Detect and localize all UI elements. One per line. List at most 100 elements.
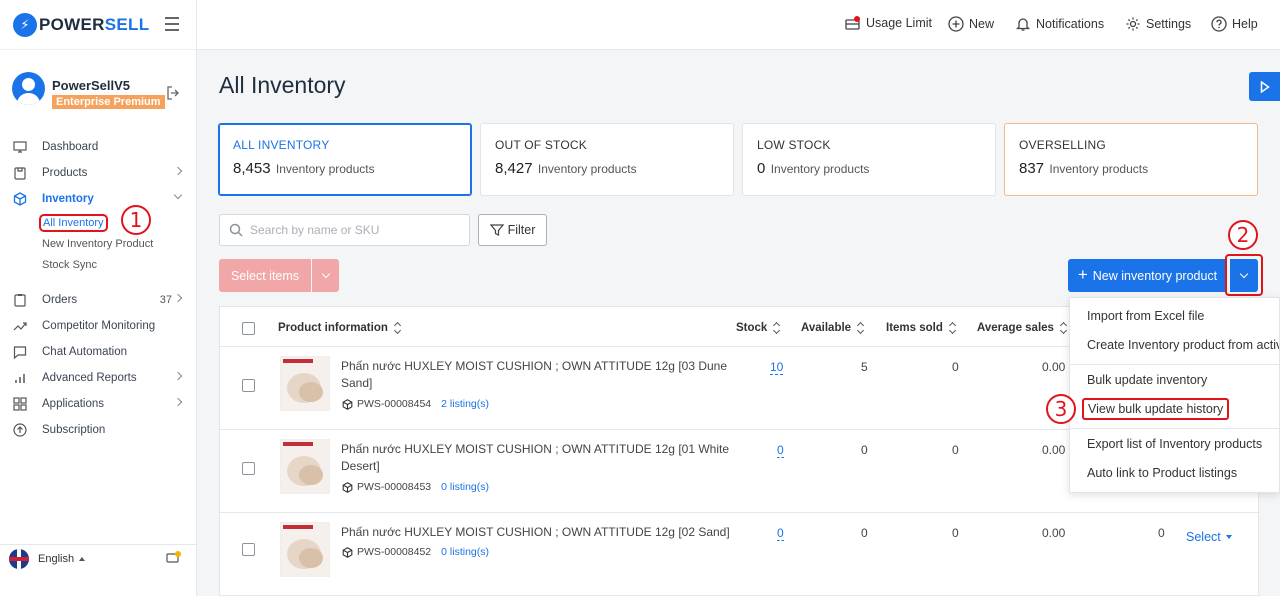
search-input[interactable] <box>250 223 450 237</box>
product-name[interactable]: Phấn nước HUXLEY MOIST CUSHION ; OWN ATT… <box>341 441 731 475</box>
help-label: Help <box>1232 17 1258 31</box>
col-available[interactable]: Available <box>801 322 865 334</box>
avatar[interactable] <box>12 72 45 105</box>
menu-item-view-bulk-update-history[interactable]: View bulk update history <box>1082 398 1230 420</box>
items-sold-value: 0 <box>952 526 959 540</box>
select-all-checkbox[interactable] <box>242 322 255 335</box>
product-name[interactable]: Phấn nước HUXLEY MOIST CUSHION ; OWN ATT… <box>341 524 731 541</box>
usage-limit-label: Usage Limit <box>866 16 932 30</box>
help-circle-icon <box>1211 16 1227 32</box>
row-checkbox[interactable] <box>242 379 255 392</box>
stat-card-low-stock[interactable]: LOW STOCK 0 Inventory products <box>742 123 996 196</box>
chevron-right-icon <box>173 371 183 381</box>
caret-down-icon <box>1225 535 1232 539</box>
notifications-button[interactable]: Notifications <box>1015 16 1104 32</box>
stock-value-link[interactable]: 0 <box>777 526 784 541</box>
col-items-sold[interactable]: Items sold <box>886 322 957 334</box>
sidebar-item-competitor-monitoring[interactable]: Competitor Monitoring <box>0 313 197 339</box>
step-marker-1: 1 <box>121 205 151 235</box>
col-average-sales[interactable]: Average sales <box>977 322 1068 334</box>
stat-card-out-of-stock[interactable]: OUT OF STOCK 8,427 Inventory products <box>480 123 734 196</box>
available-value: 0 <box>861 443 868 457</box>
filter-label: Filter <box>507 223 536 237</box>
sidebar-subitem-stock-sync[interactable]: Stock Sync <box>0 254 197 275</box>
new-inventory-label: New inventory product <box>1092 268 1218 283</box>
language-selector[interactable]: English <box>0 544 197 572</box>
sidebar-item-inventory[interactable]: Inventory <box>0 186 197 212</box>
menu-item-create-from-active[interactable]: Create Inventory product from active <box>1087 338 1279 352</box>
sidebar-item-applications[interactable]: Applications <box>0 391 197 417</box>
plus-circle-icon <box>948 16 964 32</box>
select-items-button[interactable]: Select items <box>219 259 311 292</box>
stock-value-link[interactable]: 10 <box>770 360 784 375</box>
menu-item-bulk-update[interactable]: Bulk update inventory <box>1087 373 1207 387</box>
stat-card-overselling[interactable]: OVERSELLING 837 Inventory products <box>1004 123 1258 196</box>
sidebar: ⚡ POWERSELL PowerSellV5 Enterprise Premi… <box>0 0 197 596</box>
sidebar-item-label: Orders <box>42 294 78 306</box>
sidebar-item-products[interactable]: Products <box>0 160 197 186</box>
stock-value-link[interactable]: 0 <box>777 443 784 458</box>
language-label: English <box>38 552 75 565</box>
bar-chart-icon <box>15 374 25 383</box>
sidebar-item-label: Inventory <box>42 193 94 205</box>
product-thumbnail[interactable] <box>280 522 330 577</box>
new-inventory-dropdown-menu: Import from Excel file Create Inventory … <box>1069 297 1280 493</box>
average-sales-value: 0.00 <box>1042 526 1066 540</box>
listing-link[interactable]: 0 listing(s) <box>441 481 489 493</box>
sidebar-item-orders[interactable]: Orders 37 <box>0 287 197 313</box>
caret-up-icon <box>79 556 86 561</box>
sidebar-item-label: Applications <box>42 398 105 410</box>
settings-button[interactable]: Settings <box>1125 16 1191 32</box>
usage-limit-button[interactable]: Usage Limit <box>845 16 932 30</box>
logout-icon[interactable] <box>166 86 180 100</box>
product-sku: PWS-00008453 <box>357 481 432 493</box>
sidebar-item-subscription[interactable]: Subscription <box>0 417 197 443</box>
sidebar-item-chat-automation[interactable]: Chat Automation <box>0 339 197 365</box>
col-stock[interactable]: Stock <box>736 322 781 334</box>
new-button[interactable]: New <box>948 16 994 32</box>
new-inventory-product-button[interactable]: + New inventory product <box>1068 259 1227 292</box>
chevron-down-icon <box>321 269 330 279</box>
menu-divider <box>1070 364 1279 365</box>
row-select-action[interactable]: Select <box>1186 530 1232 544</box>
sidebar-item-dashboard[interactable]: Dashboard <box>0 134 197 160</box>
sidebar-item-label: Chat Automation <box>42 346 128 358</box>
monitor-icon <box>13 141 27 153</box>
cube-icon <box>342 398 353 410</box>
product-name[interactable]: Phấn nước HUXLEY MOIST CUSHION ; OWN ATT… <box>341 358 731 392</box>
stat-label: OUT OF STOCK <box>495 138 587 152</box>
sidebar-item-advanced-reports[interactable]: Advanced Reports <box>0 365 197 391</box>
select-items-dropdown[interactable] <box>312 259 339 292</box>
chevron-right-icon <box>173 166 183 176</box>
product-thumbnail[interactable] <box>280 439 330 494</box>
col-product-info[interactable]: Product information <box>278 322 402 334</box>
menu-item-export-list[interactable]: Export list of Inventory products <box>1087 437 1262 451</box>
support-chat-icon[interactable] <box>166 551 182 565</box>
sidebar-subitem-new-inventory-product[interactable]: New Inventory Product <box>0 233 197 254</box>
row-checkbox[interactable] <box>242 462 255 475</box>
stat-card-all-inventory[interactable]: ALL INVENTORY 8,453 Inventory products <box>218 123 472 196</box>
items-sold-value: 0 <box>952 443 959 457</box>
stat-label: LOW STOCK <box>757 138 831 152</box>
play-icon <box>1260 80 1270 93</box>
sidebar-subitem-all-inventory[interactable]: All Inventory <box>0 212 197 233</box>
help-button[interactable]: Help <box>1211 16 1258 32</box>
stat-value: 837 <box>1019 160 1045 177</box>
stat-label: OVERSELLING <box>1019 138 1106 152</box>
row-checkbox[interactable] <box>242 543 255 556</box>
product-thumbnail[interactable] <box>280 356 330 411</box>
cube-icon <box>342 481 353 493</box>
hamburger-menu-icon[interactable] <box>165 17 179 31</box>
search-box <box>219 214 470 246</box>
listing-link[interactable]: 0 listing(s) <box>441 546 489 558</box>
gear-icon <box>1126 17 1140 31</box>
menu-divider <box>1070 428 1279 429</box>
tutorial-play-button[interactable] <box>1249 72 1280 101</box>
filter-button[interactable]: Filter <box>478 214 547 246</box>
listing-link[interactable]: 2 listing(s) <box>441 398 489 410</box>
menu-item-import-excel[interactable]: Import from Excel file <box>1087 309 1204 323</box>
sidebar-nav: Dashboard Products Inventory All Invento… <box>0 134 197 443</box>
stat-value: 8,427 <box>495 160 533 177</box>
menu-item-auto-link[interactable]: Auto link to Product listings <box>1087 466 1237 480</box>
orders-count: 37 <box>159 294 172 306</box>
